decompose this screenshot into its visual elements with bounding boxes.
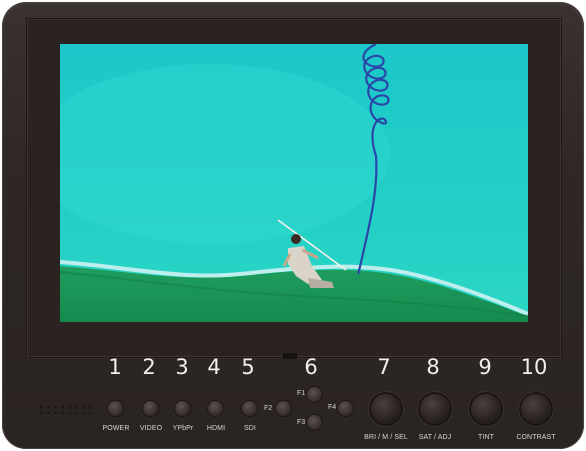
- f1-button[interactable]: [307, 387, 322, 402]
- tint-label: TINT: [478, 434, 494, 441]
- label-number-7: 7: [377, 355, 391, 379]
- label-number-2: 2: [142, 355, 156, 379]
- sdi-button[interactable]: [242, 401, 257, 416]
- f2-label: F2: [264, 405, 273, 412]
- label-number-6: 6: [304, 355, 318, 379]
- contrast-knob[interactable]: [521, 394, 551, 424]
- label-number-10: 10: [520, 355, 548, 379]
- label-number-1: 1: [108, 355, 122, 379]
- f3-button[interactable]: [307, 415, 322, 430]
- power-button[interactable]: [108, 401, 123, 416]
- f1-label: F1: [297, 390, 306, 397]
- sdi-label: SDI: [244, 425, 256, 432]
- ir-sensor: [283, 353, 297, 359]
- power-label: POWER: [102, 425, 130, 432]
- speaker-grille: [38, 404, 92, 416]
- hdmi-button[interactable]: [208, 401, 223, 416]
- sat-label: SAT / ADJ: [418, 434, 452, 441]
- ypbpr-button[interactable]: [175, 401, 190, 416]
- tint-knob[interactable]: [471, 394, 501, 424]
- display-screen: [60, 44, 528, 322]
- ypbpr-label: YPbPr: [172, 425, 194, 432]
- video-label: VIDEO: [139, 425, 163, 432]
- contrast-label: CONTRAST: [516, 434, 556, 441]
- hdmi-label: HDMI: [206, 425, 226, 432]
- label-number-9: 9: [478, 355, 492, 379]
- video-button[interactable]: [143, 401, 158, 416]
- video-frame: [60, 44, 528, 322]
- f2-button[interactable]: [276, 401, 291, 416]
- f4-button[interactable]: [338, 401, 353, 416]
- bri-label: BRI / M / SEL: [364, 434, 408, 441]
- f4-label: F4: [328, 404, 337, 411]
- label-number-5: 5: [241, 355, 255, 379]
- f3-label: F3: [297, 419, 306, 426]
- brightness-menu-select-knob[interactable]: [371, 394, 401, 424]
- label-number-4: 4: [207, 355, 221, 379]
- label-number-8: 8: [426, 355, 440, 379]
- label-number-3: 3: [175, 355, 189, 379]
- saturation-adjust-knob[interactable]: [420, 394, 450, 424]
